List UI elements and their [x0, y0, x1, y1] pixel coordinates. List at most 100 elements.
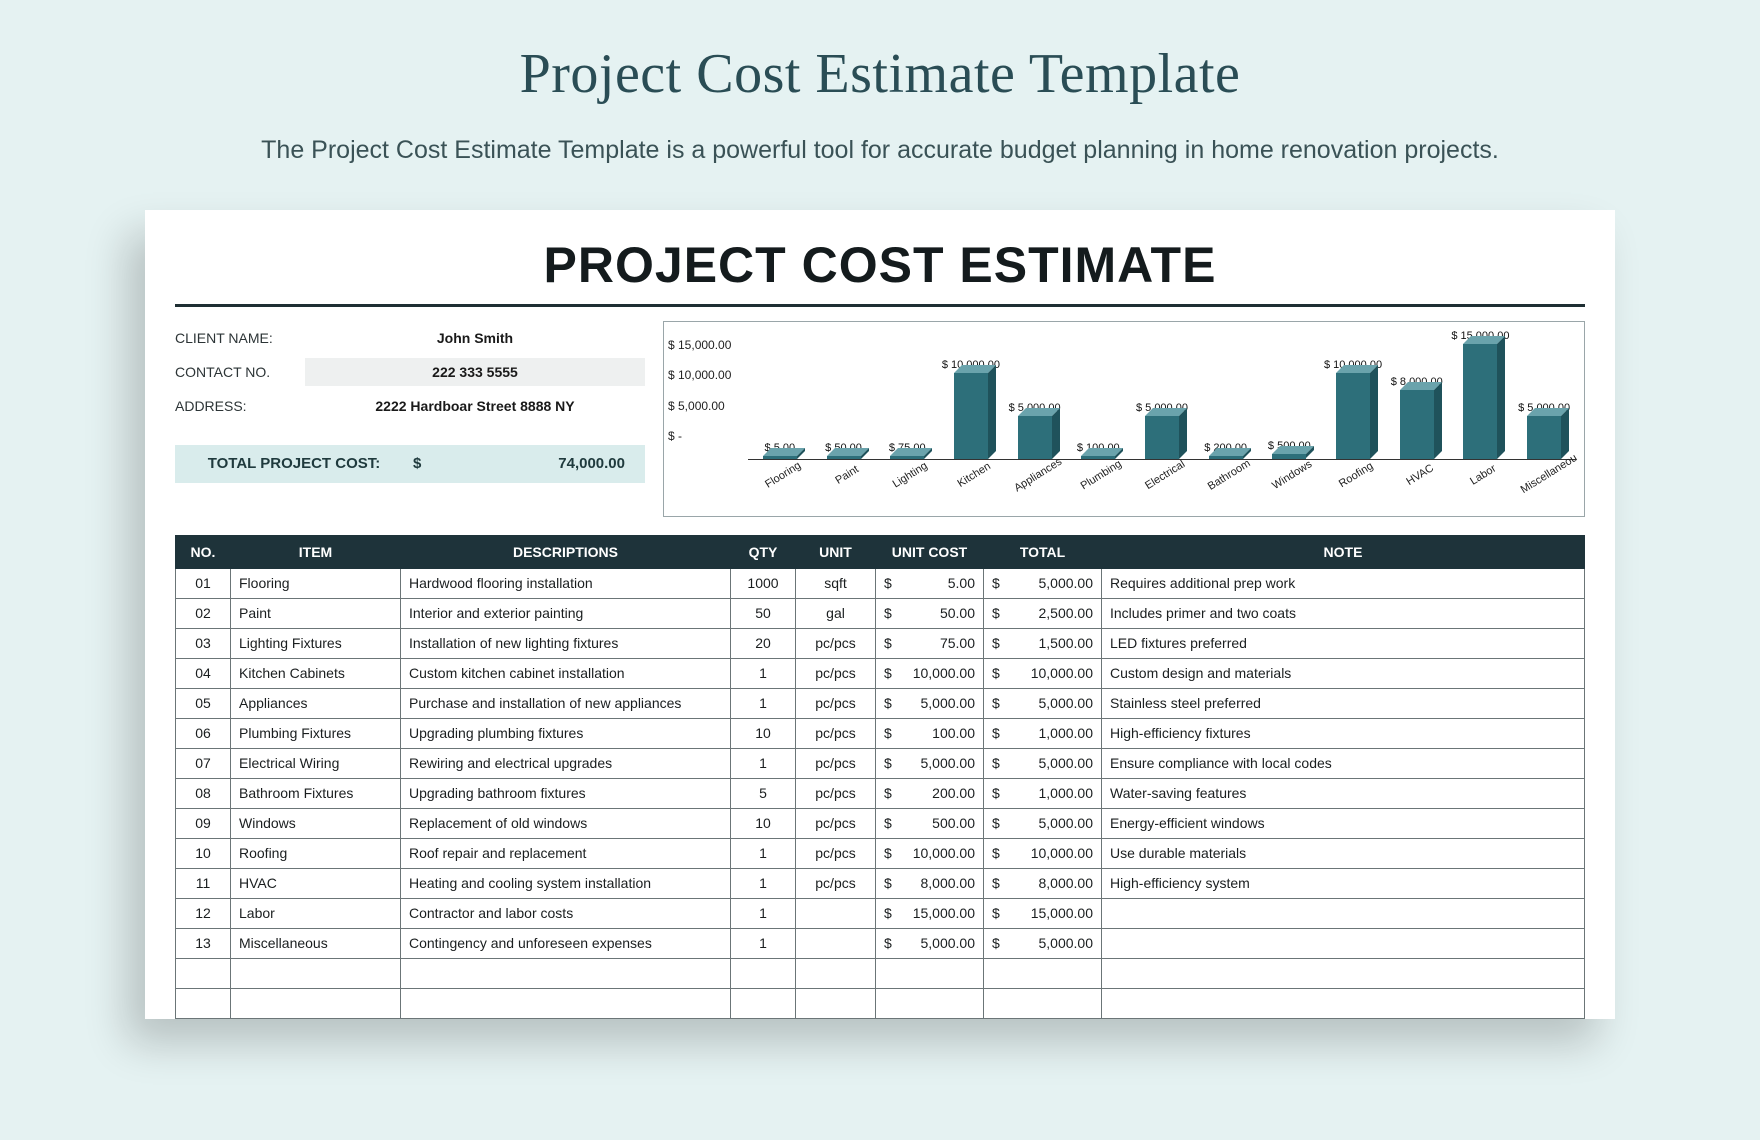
cell-tot-sym: $	[984, 928, 1002, 958]
cell-tot-sym: $	[984, 598, 1002, 628]
cell-note: High-efficiency system	[1102, 868, 1585, 898]
cell-item: HVAC	[231, 868, 401, 898]
chart-bar: $ 500.00	[1258, 330, 1322, 459]
cell-desc: Contractor and labor costs	[401, 898, 731, 928]
cell-tot-sym: $	[984, 748, 1002, 778]
cell-uc-val: 75.00	[894, 628, 984, 658]
chart-bar: $ 15,000.00	[1449, 330, 1513, 459]
cell-uc-val: 500.00	[894, 808, 984, 838]
cell-unit	[796, 928, 876, 958]
chart-bar: $ 5.00	[748, 330, 812, 459]
cell-qty: 5	[731, 778, 796, 808]
table-row: 06Plumbing FixturesUpgrading plumbing fi…	[176, 718, 1585, 748]
cell-item: Electrical Wiring	[231, 748, 401, 778]
cell-uc-val: 15,000.00	[894, 898, 984, 928]
cell-no: 03	[176, 628, 231, 658]
cell-no: 01	[176, 568, 231, 598]
cell-tot-val: 8,000.00	[1002, 868, 1102, 898]
y-tick: $ -	[668, 421, 746, 452]
chart-x-axis: FlooringPaintLightingKitchenAppliancesPl…	[748, 460, 1576, 512]
cell-desc: Replacement of old windows	[401, 808, 731, 838]
cell-unit: pc/pcs	[796, 868, 876, 898]
address-value: 2222 Hardboar Street 8888 NY	[305, 392, 645, 420]
chart-bar: $ 75.00	[875, 330, 939, 459]
cell-unit: pc/pcs	[796, 778, 876, 808]
cell-item: Flooring	[231, 568, 401, 598]
cell-desc: Contingency and unforeseen expenses	[401, 928, 731, 958]
x-tick: Miscellaneou	[1519, 454, 1597, 530]
cell-uc-sym: $	[876, 808, 894, 838]
cell-uc-sym: $	[876, 568, 894, 598]
chart-y-axis: $ 15,000.00$ 10,000.00$ 5,000.00$ -	[668, 322, 746, 452]
cell-no: 05	[176, 688, 231, 718]
table-row: 10RoofingRoof repair and replacement1pc/…	[176, 838, 1585, 868]
chart-bar: $ 100.00	[1066, 330, 1130, 459]
client-name-value: John Smith	[305, 324, 645, 352]
cell-tot-val: 10,000.00	[1002, 838, 1102, 868]
cell-uc-val: 100.00	[894, 718, 984, 748]
table-row: 12LaborContractor and labor costs1$15,00…	[176, 898, 1585, 928]
cell-desc: Custom kitchen cabinet installation	[401, 658, 731, 688]
cell-desc: Interior and exterior painting	[401, 598, 731, 628]
cell-desc: Upgrading plumbing fixtures	[401, 718, 731, 748]
cell-uc-val: 5,000.00	[894, 748, 984, 778]
cell-unit: pc/pcs	[796, 628, 876, 658]
cell-note: Stainless steel preferred	[1102, 688, 1585, 718]
cell-qty: 10	[731, 808, 796, 838]
cell-note: Includes primer and two coats	[1102, 598, 1585, 628]
col-unit: UNIT	[796, 535, 876, 568]
line-items-table: NO. ITEM DESCRIPTIONS QTY UNIT UNIT COST…	[175, 535, 1585, 1019]
cell-desc: Roof repair and replacement	[401, 838, 731, 868]
cell-desc: Purchase and installation of new applian…	[401, 688, 731, 718]
cell-no: 10	[176, 838, 231, 868]
cell-qty: 50	[731, 598, 796, 628]
chart-plot-area: $ 5.00$ 50.00$ 75.00$ 10,000.00$ 5,000.0…	[748, 330, 1576, 460]
chart-bar: $ 10,000.00	[1321, 330, 1385, 459]
table-row: 09WindowsReplacement of old windows10pc/…	[176, 808, 1585, 838]
contact-value: 222 333 5555	[305, 358, 645, 386]
page-header: Project Cost Estimate Template The Proje…	[0, 0, 1760, 170]
cell-unit: pc/pcs	[796, 748, 876, 778]
cost-bar-chart: $ 15,000.00$ 10,000.00$ 5,000.00$ - $ 5.…	[663, 321, 1585, 517]
cell-no: 11	[176, 868, 231, 898]
cell-item: Kitchen Cabinets	[231, 658, 401, 688]
table-row: 11HVACHeating and cooling system install…	[176, 868, 1585, 898]
cell-unit: gal	[796, 598, 876, 628]
cell-uc-val: 5,000.00	[894, 688, 984, 718]
sheet-title: PROJECT COST ESTIMATE	[175, 236, 1585, 307]
cell-tot-sym: $	[984, 718, 1002, 748]
cell-uc-val: 50.00	[894, 598, 984, 628]
cell-qty: 1	[731, 658, 796, 688]
table-row: 07Electrical WiringRewiring and electric…	[176, 748, 1585, 778]
cell-tot-val: 10,000.00	[1002, 658, 1102, 688]
chart-bar: $ 5,000.00	[1512, 330, 1576, 459]
cell-tot-val: 15,000.00	[1002, 898, 1102, 928]
cell-uc-sym: $	[876, 898, 894, 928]
cell-no: 06	[176, 718, 231, 748]
cell-tot-val: 5,000.00	[1002, 808, 1102, 838]
page-subtitle: The Project Cost Estimate Template is a …	[130, 132, 1630, 170]
x-tick: Flooring	[754, 454, 832, 530]
cell-qty: 1	[731, 898, 796, 928]
cell-unit: pc/pcs	[796, 808, 876, 838]
cell-no: 07	[176, 748, 231, 778]
cell-desc: Heating and cooling system installation	[401, 868, 731, 898]
cell-qty: 10	[731, 718, 796, 748]
cell-tot-val: 5,000.00	[1002, 928, 1102, 958]
cell-unit: pc/pcs	[796, 838, 876, 868]
cell-qty: 1	[731, 748, 796, 778]
cell-note: Use durable materials	[1102, 838, 1585, 868]
col-total: TOTAL	[984, 535, 1102, 568]
cell-item: Miscellaneous	[231, 928, 401, 958]
cell-desc: Rewiring and electrical upgrades	[401, 748, 731, 778]
table-row: 01FlooringHardwood flooring installation…	[176, 568, 1585, 598]
y-tick: $ 15,000.00	[668, 330, 746, 361]
cell-tot-sym: $	[984, 568, 1002, 598]
chart-bar: $ 200.00	[1194, 330, 1258, 459]
col-desc: DESCRIPTIONS	[401, 535, 731, 568]
address-label: ADDRESS:	[175, 398, 305, 414]
cell-desc: Installation of new lighting fixtures	[401, 628, 731, 658]
col-qty: QTY	[731, 535, 796, 568]
cell-note: High-efficiency fixtures	[1102, 718, 1585, 748]
cell-item: Plumbing Fixtures	[231, 718, 401, 748]
